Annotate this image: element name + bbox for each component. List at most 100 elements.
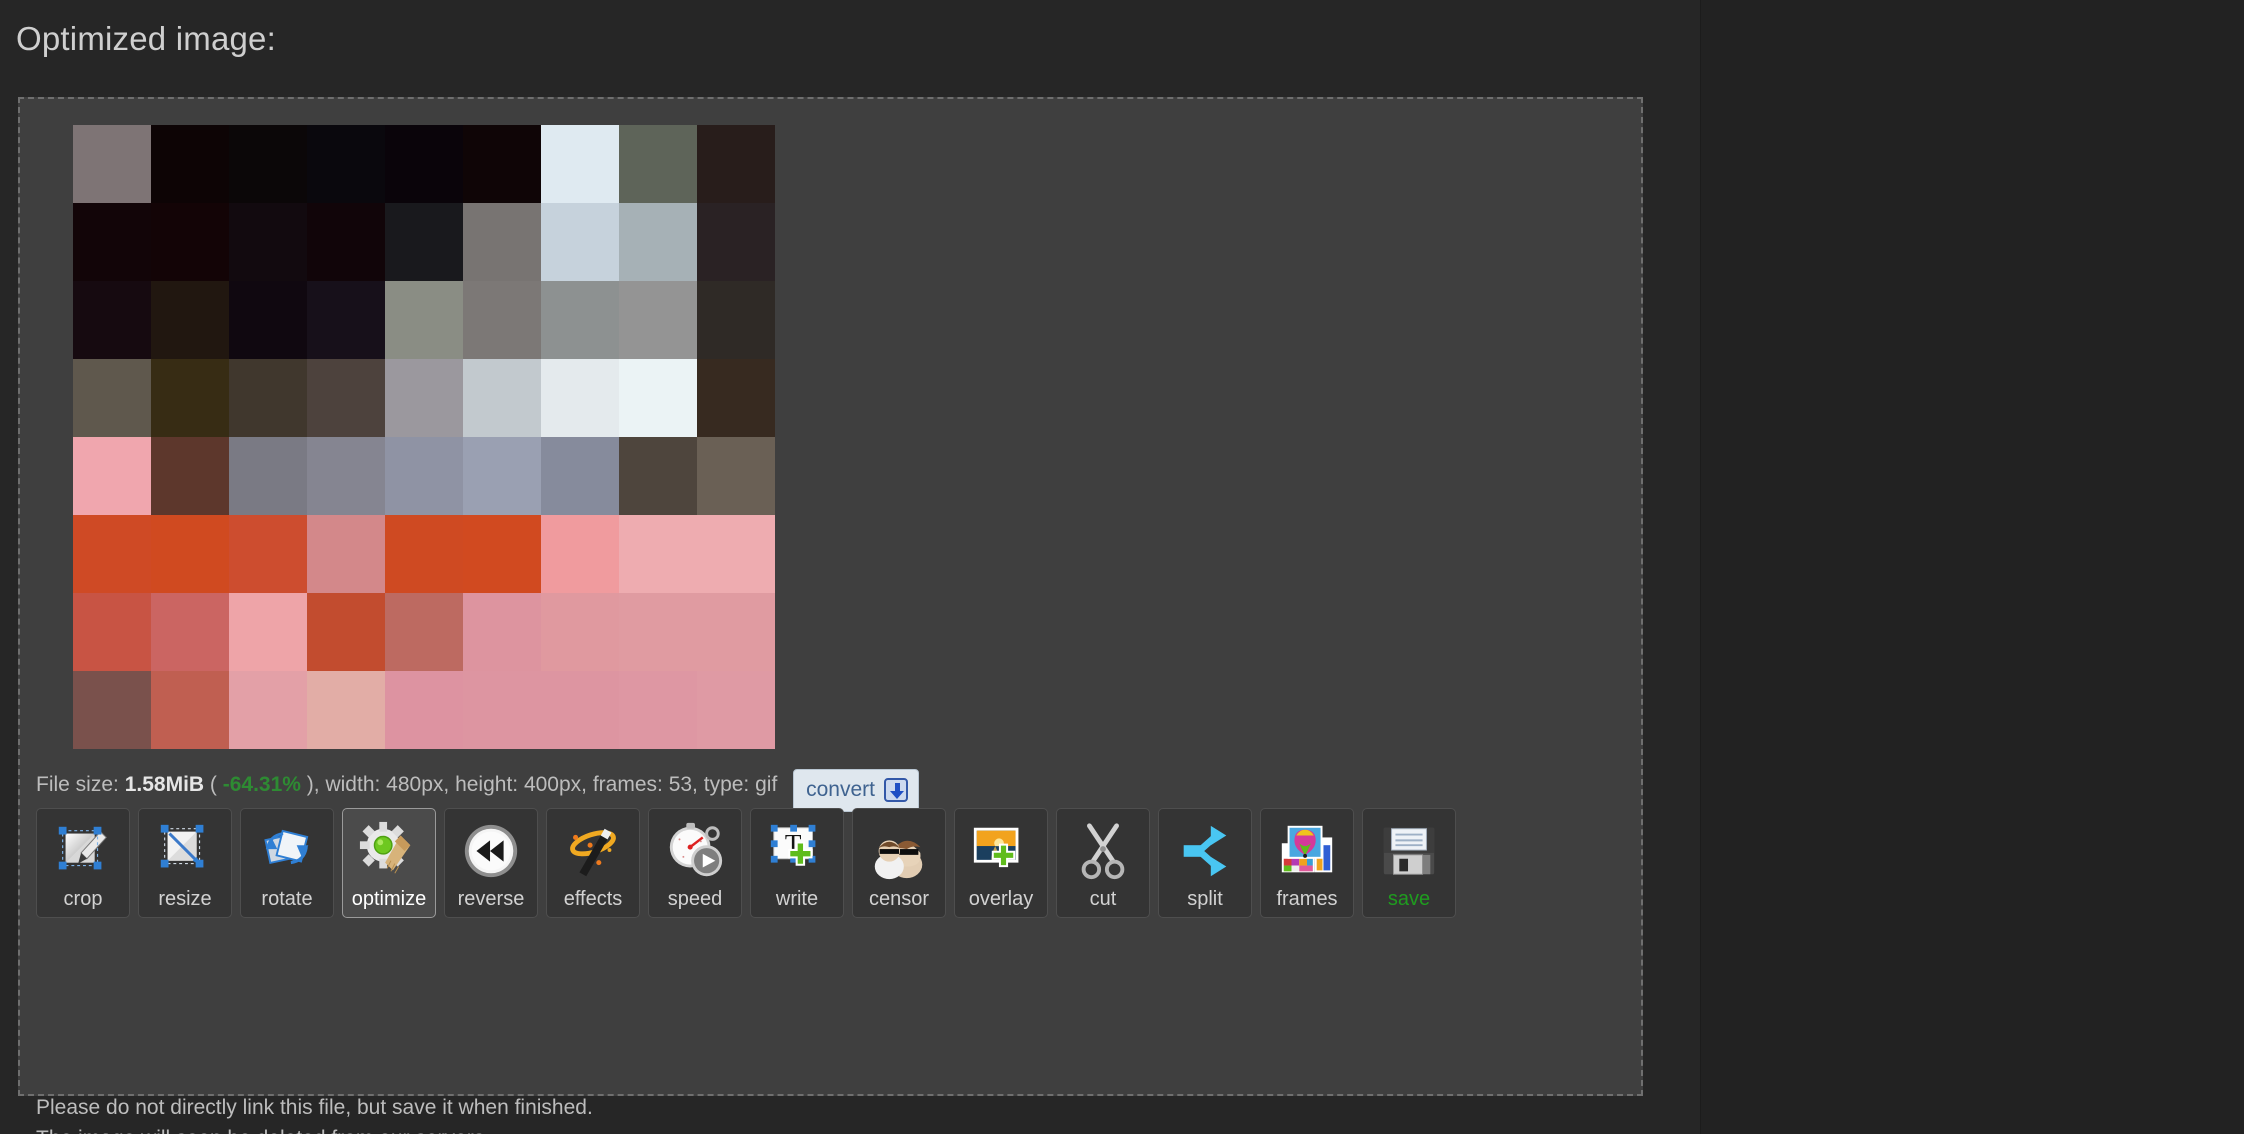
preview-pixel [619, 203, 697, 281]
frames-icon [1276, 820, 1338, 882]
preview-pixel [385, 203, 463, 281]
file-size-label: File size: [36, 773, 119, 796]
tool-button-cut[interactable]: cut [1056, 808, 1150, 918]
tool-label: frames [1276, 888, 1338, 910]
tool-label: optimize [351, 888, 427, 910]
reverse-icon [460, 820, 522, 882]
tool-button-speed[interactable]: speed [648, 808, 742, 918]
convert-button[interactable]: convert [793, 769, 919, 812]
preview-pixel [307, 671, 385, 749]
preview-pixel [385, 359, 463, 437]
preview-pixel [73, 593, 151, 671]
preview-pixel [463, 437, 541, 515]
preview-pixel [385, 125, 463, 203]
preview-pixel [151, 515, 229, 593]
preview-pixel [73, 515, 151, 593]
file-info-line: File size: 1.58MiB ( -64.31% ), width: 4… [36, 764, 919, 812]
preview-pixel [385, 593, 463, 671]
preview-pixel [151, 203, 229, 281]
file-size-value: 1.58MiB [124, 773, 205, 796]
preview-pixel [385, 671, 463, 749]
tool-button-resize[interactable]: resize [138, 808, 232, 918]
preview-pixel [697, 281, 775, 359]
tool-button-frames[interactable]: frames [1260, 808, 1354, 918]
preview-pixel [541, 203, 619, 281]
preview-pixel [619, 593, 697, 671]
preview-pixel [307, 281, 385, 359]
preview-pixel [229, 515, 307, 593]
preview-pixel [541, 359, 619, 437]
tool-button-reverse[interactable]: reverse [444, 808, 538, 918]
convert-button-label: convert [806, 778, 875, 801]
preview-pixel [619, 359, 697, 437]
preview-pixel [619, 515, 697, 593]
preview-pixel [151, 281, 229, 359]
preview-pixel [73, 359, 151, 437]
preview-pixel [541, 437, 619, 515]
tool-button-write[interactable]: Twrite [750, 808, 844, 918]
tool-button-rotate[interactable]: rotate [240, 808, 334, 918]
split-icon [1174, 820, 1236, 882]
preview-pixel [385, 281, 463, 359]
tool-button-split[interactable]: split [1158, 808, 1252, 918]
tool-button-crop[interactable]: crop [36, 808, 130, 918]
tool-label: write [775, 888, 819, 910]
preview-pixel [541, 281, 619, 359]
note-line-2: The image will soon be deleted from our … [36, 1123, 593, 1134]
preview-pixel [697, 359, 775, 437]
result-panel: File size: 1.58MiB ( -64.31% ), width: 4… [18, 97, 1643, 1134]
preview-pixel [151, 125, 229, 203]
speed-icon [664, 820, 726, 882]
image-type: type: gif [703, 773, 778, 796]
tool-label: speed [667, 888, 723, 910]
preview-pixel [463, 671, 541, 749]
tool-label: crop [63, 888, 103, 910]
tool-label: overlay [968, 888, 1034, 910]
page-root: Optimized image: File size: 1.58MiB ( -6… [0, 0, 2244, 1134]
preview-pixel [73, 671, 151, 749]
preview-pixel [463, 125, 541, 203]
tool-label: save [1387, 888, 1431, 910]
preview-pixel [619, 281, 697, 359]
image-preview[interactable] [73, 125, 775, 749]
preview-pixel [229, 593, 307, 671]
write-icon: T [766, 820, 828, 882]
image-width: width: 480px, [325, 773, 450, 796]
preview-pixel [697, 515, 775, 593]
preview-pixel [151, 593, 229, 671]
preview-pixel [463, 515, 541, 593]
tool-label: cut [1089, 888, 1117, 910]
compression-percent: -64.31% [222, 773, 301, 796]
tool-label: resize [158, 888, 212, 910]
preview-pixel [541, 515, 619, 593]
tool-label: rotate [261, 888, 313, 910]
download-icon [884, 778, 908, 802]
tool-button-overlay[interactable]: overlay [954, 808, 1048, 918]
preview-pixel [307, 125, 385, 203]
preview-pixel [229, 281, 307, 359]
optimize-icon [358, 820, 420, 882]
preview-pixel [463, 593, 541, 671]
tool-button-save[interactable]: save [1362, 808, 1456, 918]
preview-pixel [229, 359, 307, 437]
preview-pixel [463, 359, 541, 437]
save-icon [1378, 820, 1440, 882]
preview-pixel [151, 671, 229, 749]
preview-pixel [541, 671, 619, 749]
preview-pixel [697, 203, 775, 281]
frame-count: frames: 53, [592, 773, 698, 796]
paren-close: ), [300, 773, 326, 796]
page-title: Optimized image: [16, 20, 276, 57]
footer-notes: Please do not directly link this file, b… [36, 1092, 593, 1134]
preview-pixel [619, 125, 697, 203]
tool-button-optimize[interactable]: optimize [342, 808, 436, 918]
preview-pixel [697, 437, 775, 515]
preview-pixel [385, 515, 463, 593]
tool-label: reverse [457, 888, 525, 910]
preview-pixel [385, 437, 463, 515]
preview-pixel [307, 437, 385, 515]
tool-button-censor[interactable]: censor [852, 808, 946, 918]
tool-button-effects[interactable]: effects [546, 808, 640, 918]
editor-toolbar[interactable]: crop resize rotate optimize reverse effects sp… [36, 808, 1456, 918]
preview-pixel [697, 671, 775, 749]
